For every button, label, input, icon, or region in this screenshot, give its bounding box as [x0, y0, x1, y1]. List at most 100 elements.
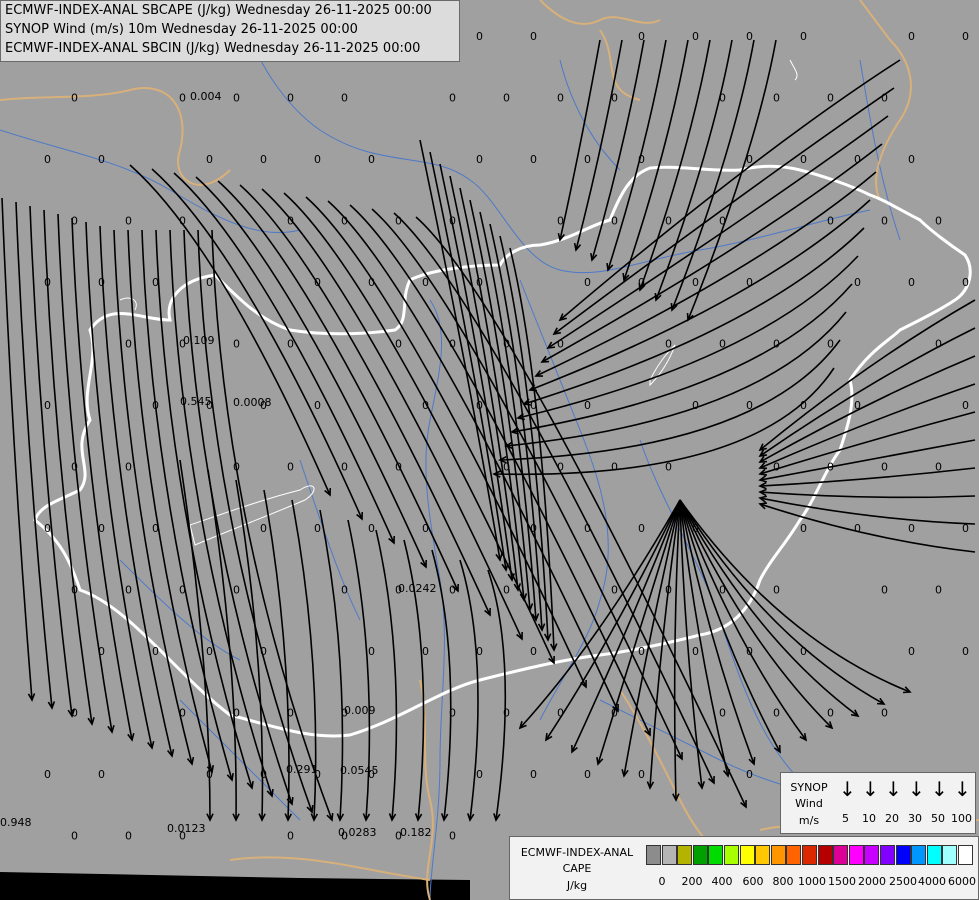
cin-zero-label: 0 — [827, 92, 834, 105]
title-line-sbcin: ECMWF-INDEX-ANAL SBCIN (J/kg) Wednesday … — [5, 41, 421, 56]
cape-legend-subtitle: CAPE — [562, 862, 592, 875]
wind-speed-label: 5 — [842, 812, 849, 825]
cape-tick-label: 600 — [742, 875, 764, 888]
cin-zero-label: 0 — [422, 276, 429, 289]
cin-zero-label: 0 — [368, 645, 375, 658]
cin-zero-label: 0 — [179, 215, 186, 228]
cin-zero-label: 0 — [422, 522, 429, 535]
cin-zero-label: 0 — [341, 584, 348, 597]
cin-zero-label: 0 — [827, 707, 834, 720]
cin-zero-label: 0 — [44, 768, 51, 781]
cin-zero-label: 0 — [611, 461, 618, 474]
wind-speed-label: 30 — [908, 812, 922, 825]
cin-zero-label: 0 — [476, 30, 483, 43]
cin-zero-label: 0 — [503, 461, 510, 474]
cin-zero-label: 0 — [692, 522, 699, 535]
cin-zero-label: 0 — [827, 215, 834, 228]
cin-zero-label: 0 — [341, 92, 348, 105]
cape-swatch — [958, 845, 973, 865]
wind-speed-label: 100 — [951, 812, 972, 825]
wind-speed-label: 10 — [862, 812, 876, 825]
cin-zero-label: 0 — [71, 92, 78, 105]
cin-zero-label: 0 — [71, 830, 78, 843]
cin-zero-label: 0 — [800, 153, 807, 166]
cin-zero-label: 0 — [476, 153, 483, 166]
cin-zero-label: 0 — [584, 399, 591, 412]
cin-zero-label: 0 — [449, 707, 456, 720]
cin-zero-label: 0 — [206, 645, 213, 658]
wind-legend: SYNOP Wind m/s ↓ ↓ ↓ ↓ ↓ ↓ 5 10 20 30 50… — [780, 772, 976, 834]
cin-zero-label: 0 — [800, 399, 807, 412]
cin-zero-label: 0 — [98, 276, 105, 289]
cin-zero-label: 0 — [800, 30, 807, 43]
cin-zero-label: 0 — [449, 338, 456, 351]
cin-zero-label: 0 — [314, 399, 321, 412]
cin-zero-label: 0 — [881, 92, 888, 105]
cin-zero-label: 0 — [476, 768, 483, 781]
cin-zero-label: 0 — [773, 584, 780, 597]
cin-zero-label: 0 — [881, 707, 888, 720]
cin-zero-label: 0 — [206, 153, 213, 166]
cape-swatch — [848, 845, 864, 865]
cin-zero-label: 0 — [260, 153, 267, 166]
cin-zero-label: 0 — [611, 584, 618, 597]
cape-swatch — [926, 845, 942, 865]
wind-speed-label: 20 — [885, 812, 899, 825]
cin-zero-label: 0 — [503, 584, 510, 597]
cin-zero-label: 0 — [962, 276, 969, 289]
cape-legend-title: ECMWF-INDEX-ANAL — [520, 846, 634, 859]
cin-zero-label: 0 — [449, 584, 456, 597]
cin-zero-label: 0 — [503, 707, 510, 720]
cin-zero-label: 0 — [746, 153, 753, 166]
cape-swatch — [880, 845, 895, 865]
cin-zero-label: 0 — [314, 153, 321, 166]
cin-zero-label: 0 — [773, 338, 780, 351]
cape-swatch — [661, 845, 677, 865]
cin-value-label: 0.0242 — [398, 582, 437, 595]
cin-zero-label: 0 — [125, 215, 132, 228]
cin-zero-label: 0 — [584, 768, 591, 781]
cin-zero-label: 0 — [233, 584, 240, 597]
cin-zero-label: 0 — [152, 645, 159, 658]
cin-zero-label: 0 — [935, 461, 942, 474]
cin-zero-label: 0 — [908, 276, 915, 289]
cin-zero-label: 0 — [395, 215, 402, 228]
cin-zero-label: 0 — [98, 153, 105, 166]
cin-zero-label: 0 — [773, 707, 780, 720]
wind-arrow-icon: ↓ — [931, 777, 948, 801]
cin-zero-label: 0 — [638, 522, 645, 535]
cin-zero-label: 0 — [368, 276, 375, 289]
cin-zero-label: 0 — [287, 215, 294, 228]
cin-zero-label: 0 — [233, 92, 240, 105]
cin-zero-label: 0 — [314, 276, 321, 289]
cin-zero-label: 0 — [692, 645, 699, 658]
cin-zero-label: 0 — [854, 276, 861, 289]
cin-zero-label: 0 — [179, 707, 186, 720]
cin-zero-label: 0 — [908, 522, 915, 535]
cin-zero-label: 0 — [854, 153, 861, 166]
cin-zero-label: 0 — [98, 768, 105, 781]
cin-zero-label: 0 — [260, 522, 267, 535]
cin-zero-label: 0 — [206, 276, 213, 289]
cin-zero-label: 0 — [881, 215, 888, 228]
weather-map[interactable]: 0 0 0 0 0 0 0 0 0 0 0 0 0 0 0 0 0 0 0 0 0 0 0 0 0 0 0 0 0 0 0 0 0 0 0 0 0 0 0 0… — [0, 0, 979, 900]
cin-value-label: 0.948 — [0, 816, 32, 829]
cape-swatch — [864, 845, 880, 865]
cin-zero-label: 0 — [530, 30, 537, 43]
cin-zero-label: 0 — [692, 399, 699, 412]
cape-tick-label: 4000 — [918, 875, 946, 888]
cin-zero-label: 0 — [665, 461, 672, 474]
cape-swatch — [770, 845, 786, 865]
cin-zero-label: 0 — [638, 768, 645, 781]
cin-zero-label: 0 — [854, 522, 861, 535]
cape-tick-label: 200 — [681, 875, 703, 888]
cape-swatch — [942, 845, 958, 865]
cin-zero-label: 0 — [638, 30, 645, 43]
cin-zero-label: 0 — [827, 461, 834, 474]
cin-zero-label: 0 — [881, 584, 888, 597]
cin-zero-label: 0 — [287, 338, 294, 351]
cin-zero-label: 0 — [719, 584, 726, 597]
cin-zero-label: 0 — [44, 522, 51, 535]
cin-zero-label: 0 — [179, 92, 186, 105]
cape-swatch — [911, 845, 927, 865]
